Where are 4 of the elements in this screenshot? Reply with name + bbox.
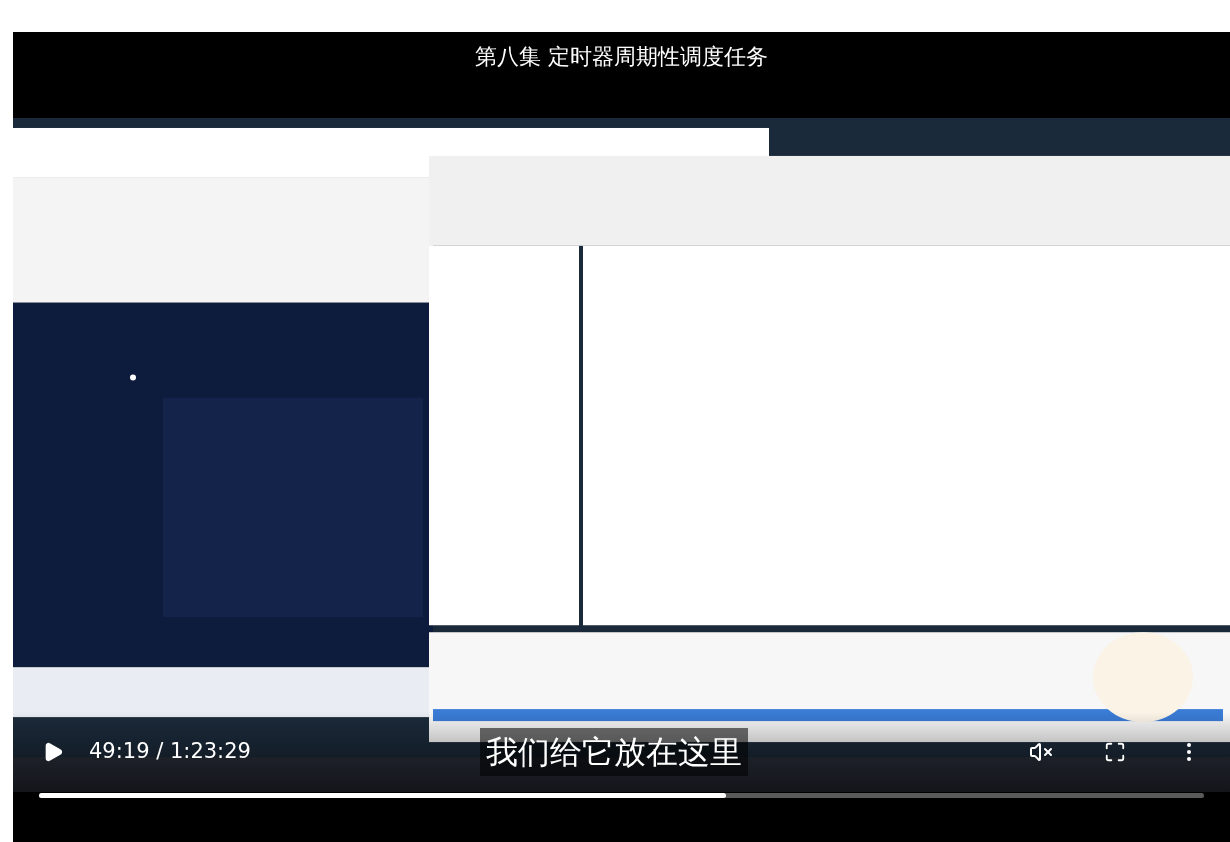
progress-track[interactable] bbox=[39, 793, 1204, 798]
video-title: 第八集 定时器周期性调度任务 bbox=[475, 43, 768, 71]
time-display: 49:19 / 1:23:29 bbox=[89, 738, 252, 766]
caption: 我们给它放在这里 bbox=[479, 728, 748, 776]
